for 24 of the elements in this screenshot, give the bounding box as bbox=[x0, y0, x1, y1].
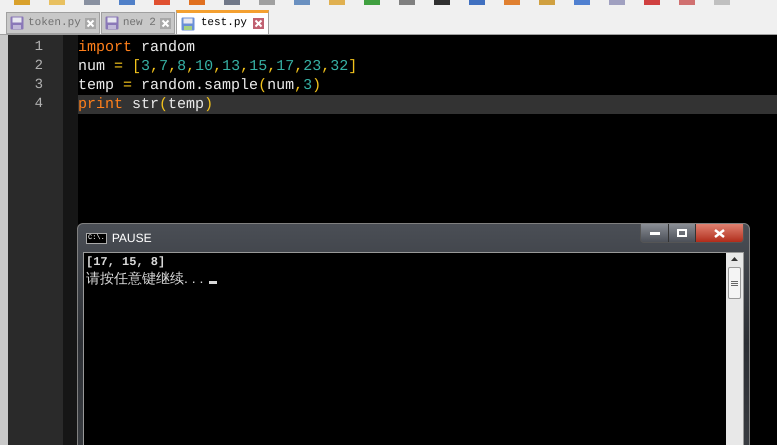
scrollbar-thumb[interactable] bbox=[728, 267, 741, 299]
scroll-up-icon[interactable] bbox=[731, 257, 738, 261]
code-line: temp = random.sample(num,3) bbox=[78, 76, 322, 95]
file-tab[interactable]: new 2 bbox=[100, 12, 175, 34]
code-line: num = [3,7,8,10,13,15,17,23,32] bbox=[78, 57, 358, 76]
console-output-line: [17, 15, 8] bbox=[86, 255, 166, 269]
close-button[interactable] bbox=[696, 224, 743, 242]
scrollbar[interactable] bbox=[726, 253, 743, 445]
line-number: 2 bbox=[34, 57, 44, 76]
file-tab[interactable]: test.py bbox=[176, 10, 270, 34]
minimize-icon bbox=[650, 231, 660, 235]
maximize-button[interactable] bbox=[669, 224, 696, 242]
text-cursor-icon bbox=[209, 281, 218, 284]
close-icon[interactable] bbox=[253, 18, 264, 29]
file-tab[interactable]: token.py bbox=[6, 12, 100, 34]
line-number: 4 bbox=[34, 95, 44, 114]
minimize-button[interactable] bbox=[641, 224, 669, 242]
code-line: import random bbox=[78, 38, 196, 57]
window-title: PAUSE bbox=[112, 230, 152, 247]
line-number: 3 bbox=[34, 76, 44, 95]
console-output-line: 请按任意键继续. . . bbox=[86, 269, 204, 287]
maximize-icon bbox=[677, 229, 687, 237]
close-icon bbox=[714, 228, 725, 238]
line-number: 1 bbox=[34, 38, 44, 57]
